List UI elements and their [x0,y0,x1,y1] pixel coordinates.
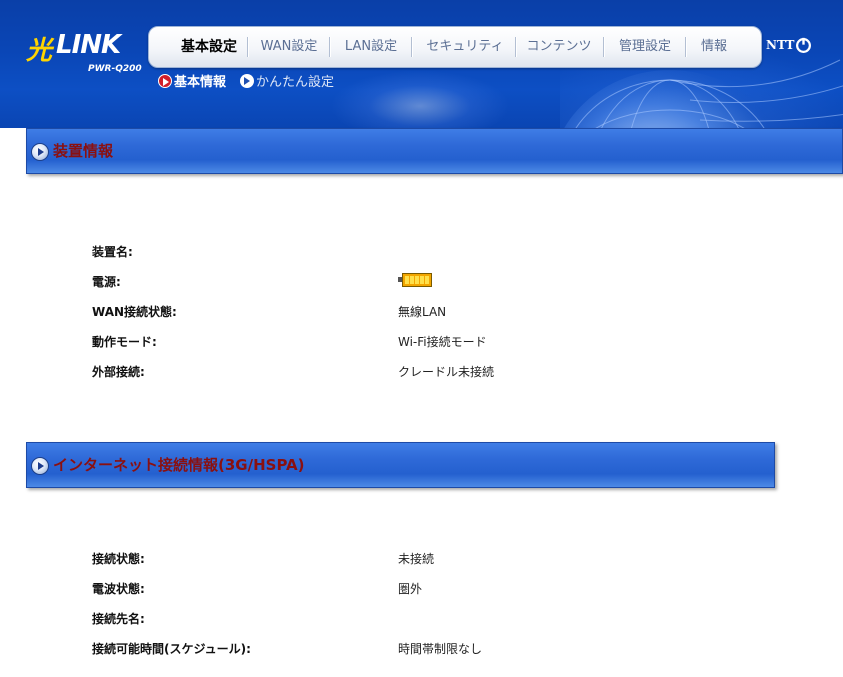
schedule-row: 接続可能時間(スケジュール): 時間帯制限なし [92,640,792,660]
subnav-easy-setup-label: かんたん設定 [256,75,335,90]
tab-contents[interactable]: コンテンツ [521,27,597,67]
device-info-section-bar: 装置情報 [26,128,843,174]
nav-divider [411,37,413,57]
connection-status-row: 接続状態: 未接続 [92,550,792,570]
battery-icon [398,271,432,287]
external-connection-value: クレードル未接続 [398,365,495,379]
red-arrow-circle-icon [158,74,172,88]
tab-wan-settings[interactable]: WAN設定 [253,27,325,67]
schedule-value: 時間帯制限なし [398,642,483,656]
wan-status-value: 無線LAN [398,305,447,319]
power-row: 電源: [92,273,792,293]
nav-divider [603,37,605,57]
nav-divider [247,37,249,57]
signal-status-row: 電波状態: 圏外 [92,580,792,600]
header-sparkle [330,70,510,128]
schedule-label: 接続可能時間(スケジュール): [92,642,251,656]
device-name-label: 装置名: [92,245,133,259]
logo-link-text: LINK [56,30,121,60]
internet-info-section-bar: インターネット接続情報(3G/HSPA) [26,442,775,488]
apn-name-row: 接続先名: [92,610,792,630]
signal-status-label: 電波状態: [92,582,145,596]
device-name-row: 装置名: [92,243,792,263]
tab-information[interactable]: 情報 [689,27,739,67]
tab-lan-settings[interactable]: LAN設定 [335,27,407,67]
power-label: 電源: [92,275,121,289]
arrow-circle-icon [31,143,49,161]
white-arrow-circle-icon [240,74,254,88]
nav-divider [329,37,331,57]
nav-divider [685,37,687,57]
external-connection-label: 外部接続: [92,365,145,379]
tab-security[interactable]: セキュリティ [417,27,513,67]
tab-admin-settings[interactable]: 管理設定 [607,27,683,67]
subnav-basic-info[interactable]: 基本情報 [158,74,226,92]
signal-status-value: 圏外 [398,582,423,596]
operation-mode-value: Wi-Fi接続モード [398,335,487,349]
main-nav: 基本設定 WAN設定 LAN設定 セキュリティ コンテンツ 管理設定 情報 [148,26,762,68]
ntt-logo-text: NTT [766,38,795,52]
logo-hikari-text: 光 [26,36,52,66]
device-info-title: 装置情報 [53,142,114,160]
header-banner: 光 LINK PWR-Q200 基本設定 WAN設定 LAN設定 セキュリティ … [0,0,843,128]
ntt-logo-icon [796,37,811,53]
external-connection-row: 外部接続: クレードル未接続 [92,363,792,383]
tab-basic-settings[interactable]: 基本設定 [163,27,255,67]
operation-mode-row: 動作モード: Wi-Fi接続モード [92,333,792,353]
apn-name-label: 接続先名: [92,612,145,626]
subnav-easy-setup[interactable]: かんたん設定 [240,74,334,92]
wan-status-row: WAN接続状態: 無線LAN [92,303,792,323]
internet-info-title: インターネット接続情報(3G/HSPA) [53,456,305,474]
connection-status-label: 接続状態: [92,552,145,566]
wan-status-label: WAN接続状態: [92,305,177,319]
nav-divider [515,37,517,57]
operation-mode-label: 動作モード: [92,335,157,349]
model-name: PWR-Q200 [88,64,142,74]
connection-status-value: 未接続 [398,552,435,566]
arrow-circle-icon [31,457,49,475]
subnav-basic-info-label: 基本情報 [174,75,227,90]
